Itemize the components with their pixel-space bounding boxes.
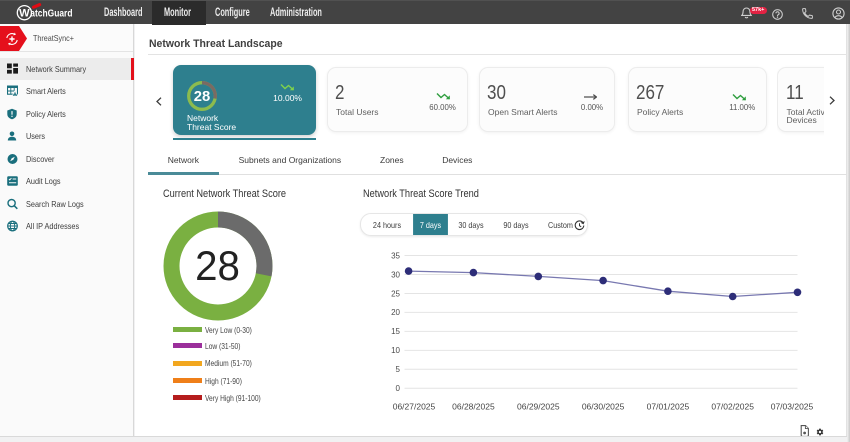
svg-text:35: 35 <box>391 251 400 260</box>
svg-text:25: 25 <box>391 289 400 298</box>
svg-text:20: 20 <box>391 308 400 317</box>
svg-text:07/01/2025: 07/01/2025 <box>647 402 690 412</box>
svg-text:07/02/2025: 07/02/2025 <box>711 402 754 412</box>
svg-text:10: 10 <box>391 346 400 355</box>
svg-text:06/29/2025: 06/29/2025 <box>517 402 560 412</box>
svg-text:06/28/2025: 06/28/2025 <box>452 402 495 412</box>
svg-text:5: 5 <box>396 365 401 374</box>
svg-text:06/30/2025: 06/30/2025 <box>582 402 625 412</box>
svg-text:0: 0 <box>396 384 401 393</box>
svg-text:15: 15 <box>391 327 400 336</box>
svg-text:30: 30 <box>391 270 400 279</box>
svg-text:28: 28 <box>194 89 211 105</box>
svg-text:atchGuard: atchGuard <box>30 7 72 19</box>
svg-text:W: W <box>19 8 30 20</box>
svg-text:06/27/2025: 06/27/2025 <box>393 402 436 412</box>
svg-text:07/03/2025: 07/03/2025 <box>771 402 814 412</box>
